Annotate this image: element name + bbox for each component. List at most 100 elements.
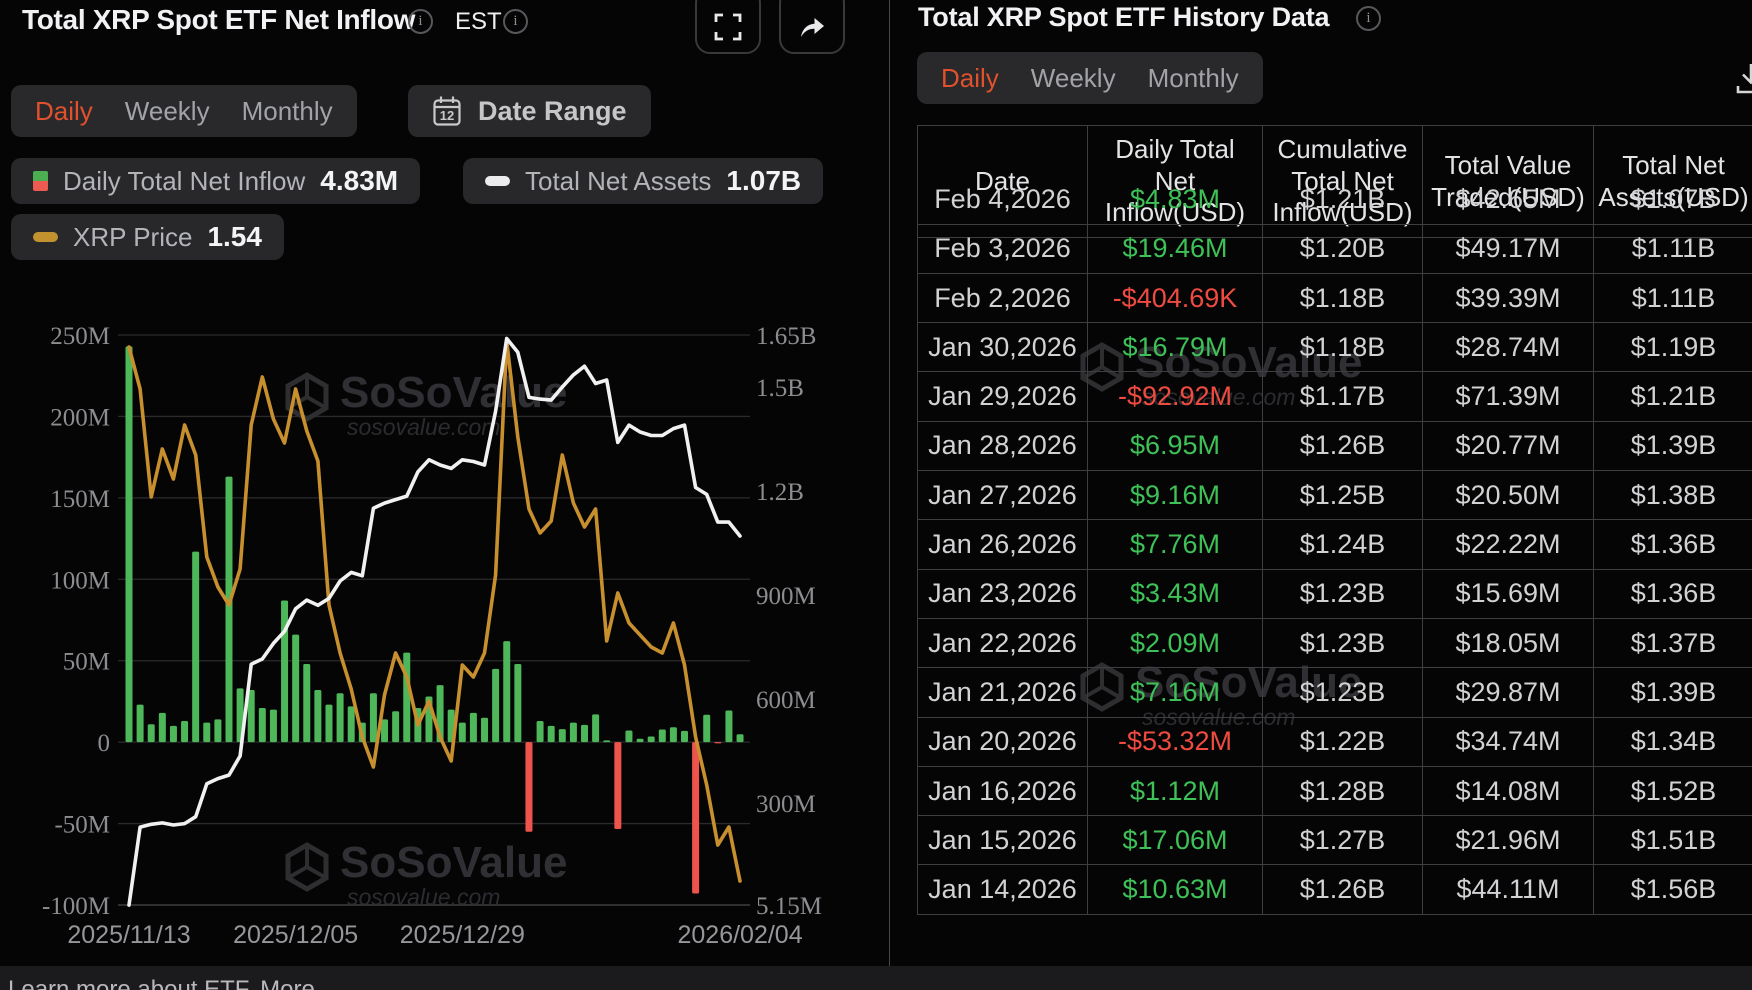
inflow-bar <box>348 706 355 742</box>
tab-monthly[interactable]: Monthly <box>1148 63 1239 94</box>
inflow-bar <box>192 552 199 743</box>
info-icon[interactable]: i <box>503 9 528 34</box>
x-axis-tick: 2026/02/04 <box>677 921 802 949</box>
table-cell: -$53.32M <box>1088 718 1263 767</box>
share-icon <box>797 12 827 42</box>
sosovalue-watermark-icon: SoSoValuesosovalue.com <box>288 838 567 910</box>
left-axis-tick: -50M <box>54 812 110 839</box>
table-cell: $1.38B <box>1594 471 1752 520</box>
footer-bar: Learn more about ETF, More <box>0 966 1752 990</box>
left-axis-tick: 150M <box>50 486 110 513</box>
table-cell: $44.11M <box>1423 865 1594 914</box>
table-cell: $4.83M <box>1088 175 1263 224</box>
x-axis-tick: 2025/12/05 <box>233 921 358 949</box>
inflow-bar <box>648 737 655 743</box>
info-icon[interactable]: i <box>408 9 433 34</box>
left-axis-tick: 0 <box>98 730 111 757</box>
table-cell: $1.23B <box>1263 570 1423 619</box>
inflow-bar <box>403 653 410 743</box>
inflow-bar <box>148 724 155 742</box>
inflow-bar <box>725 710 732 742</box>
history-table-container: DateDaily Total Net Inflow(USD)Cumulativ… <box>917 125 1752 952</box>
table-cell: $2.09M <box>1088 619 1263 668</box>
table-cell: $1.23B <box>1263 668 1423 717</box>
inflow-bar <box>548 726 555 742</box>
tab-weekly[interactable]: Weekly <box>125 96 210 127</box>
inflow-bar <box>637 739 644 742</box>
inflow-bar <box>137 705 144 742</box>
table-cell: $29.87M <box>1423 668 1594 717</box>
table-cell: $39.39M <box>1423 274 1594 323</box>
table-cell: $1.37B <box>1594 619 1752 668</box>
table-cell: $14.08M <box>1423 767 1594 816</box>
legend-item-net-inflow[interactable]: Daily Total Net Inflow 4.83M <box>11 158 420 204</box>
tab-monthly[interactable]: Monthly <box>242 96 333 127</box>
table-cell: $15.69M <box>1423 570 1594 619</box>
table-cell: $16.79M <box>1088 323 1263 372</box>
legend-item-net-assets[interactable]: Total Net Assets 1.07B <box>463 158 823 204</box>
inflow-bar <box>303 664 310 742</box>
table-cell: $42.65M <box>1423 175 1594 224</box>
right-axis-tick: 300M <box>756 791 816 818</box>
fullscreen-button[interactable] <box>695 0 761 54</box>
table-cell: $10.63M <box>1088 865 1263 914</box>
calendar-icon: 12 <box>432 95 462 128</box>
download-button[interactable] <box>1732 60 1752 103</box>
table-cell-date: Jan 23,2026 <box>918 570 1088 619</box>
table-cell: $1.27B <box>1263 816 1423 865</box>
table-cell: $9.16M <box>1088 471 1263 520</box>
table-cell: $6.95M <box>1088 422 1263 471</box>
inflow-bar <box>603 740 610 742</box>
tab-weekly[interactable]: Weekly <box>1031 63 1116 94</box>
table-cell: $1.11B <box>1594 225 1752 274</box>
left-axis-tick: 250M <box>50 323 110 350</box>
inflow-bar <box>337 693 344 742</box>
learn-more-link[interactable]: Learn more about ETF, More <box>8 976 315 990</box>
tab-daily[interactable]: Daily <box>35 96 93 127</box>
svg-text:SoSoValue: SoSoValue <box>340 838 567 887</box>
legend-value: 4.83M <box>320 165 398 197</box>
inflow-bar <box>459 723 466 743</box>
table-cell-date: Jan 22,2026 <box>918 619 1088 668</box>
legend-item-xrp-price[interactable]: XRP Price 1.54 <box>11 214 284 260</box>
right-axis-tick: 1.2B <box>756 479 804 506</box>
inflow-bar <box>670 727 677 742</box>
white-dash-swatch-icon <box>485 176 510 186</box>
table-cell: $1.21B <box>1594 372 1752 421</box>
table-cell: $1.36B <box>1594 570 1752 619</box>
table-cell: $17.06M <box>1088 816 1263 865</box>
share-button[interactable] <box>779 0 845 54</box>
date-range-button[interactable]: 12 Date Range <box>408 85 651 137</box>
table-cell: $1.12M <box>1088 767 1263 816</box>
gold-dash-swatch-icon <box>33 232 58 242</box>
table-cell: $1.22B <box>1263 718 1423 767</box>
table-cell: $1.21B <box>1263 175 1423 224</box>
download-icon <box>1732 60 1752 98</box>
tab-daily[interactable]: Daily <box>941 63 999 94</box>
inflow-bar <box>470 713 477 742</box>
timezone-label: EST <box>455 8 502 36</box>
table-cell-date: Feb 4,2026 <box>918 175 1088 224</box>
table-cell-date: Feb 2,2026 <box>918 274 1088 323</box>
table-cell: $1.39B <box>1594 422 1752 471</box>
inflow-bar <box>181 721 188 742</box>
table-cell: $1.52B <box>1594 767 1752 816</box>
inflow-bar <box>592 714 599 742</box>
chart-period-tabs: Daily Weekly Monthly <box>11 85 357 137</box>
inflow-bar <box>270 710 277 743</box>
inflow-bar <box>159 713 166 742</box>
table-cell: $28.74M <box>1423 323 1594 372</box>
right-axis-tick: 900M <box>756 583 816 610</box>
inflow-bar <box>570 723 577 743</box>
right-axis-tick: 1.65B <box>756 323 816 350</box>
table-cell-date: Jan 21,2026 <box>918 668 1088 717</box>
fullscreen-icon <box>713 12 743 42</box>
table-cell: $49.17M <box>1423 225 1594 274</box>
table-cell: $1.56B <box>1594 865 1752 914</box>
table-cell: $1.07B <box>1594 175 1752 224</box>
info-icon[interactable]: i <box>1356 6 1381 31</box>
svg-text:SoSoValue: SoSoValue <box>340 368 567 417</box>
inflow-bar <box>381 719 388 742</box>
table-cell: $20.77M <box>1423 422 1594 471</box>
inflow-bar <box>203 723 210 743</box>
